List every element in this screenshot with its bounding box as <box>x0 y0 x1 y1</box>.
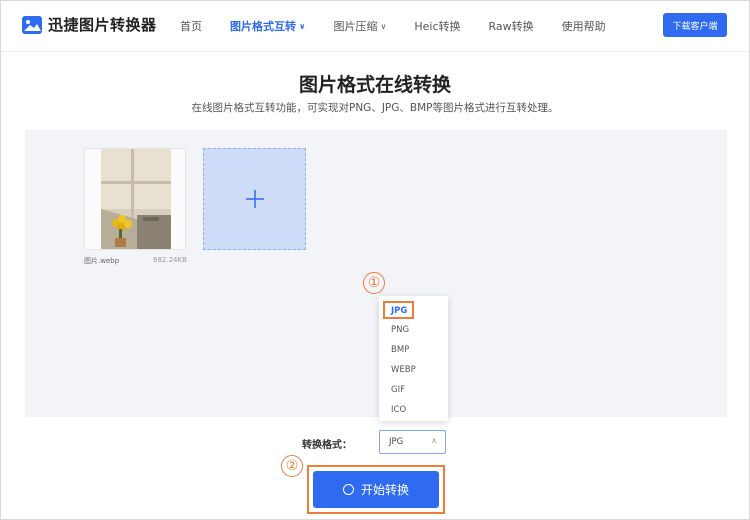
app-name: 迅捷图片转换器 <box>48 16 157 34</box>
step-1-marker: ① <box>363 272 385 294</box>
plus-icon <box>245 190 264 208</box>
top-header: 迅捷图片转换器 首页 图片格式互转 ∨ 图片压缩 ∨ Heic转换 Raw转换 … <box>0 0 750 52</box>
chevron-down-icon: ∨ <box>380 21 387 31</box>
add-image-button[interactable] <box>203 148 306 250</box>
file-name: 图片.webp <box>84 257 120 265</box>
page-title: 图片格式在线转换 <box>298 74 451 96</box>
start-button-label: 开始转换 <box>360 483 409 497</box>
format-option-webp[interactable]: WEBP <box>391 365 416 375</box>
format-select[interactable]: JPG ∧ <box>379 430 446 454</box>
format-select-value: JPG <box>389 437 404 447</box>
format-option-png[interactable]: PNG <box>391 325 409 335</box>
uploaded-image-thumbnail[interactable] <box>84 148 186 250</box>
main-nav: 首页 图片格式互转 ∨ 图片压缩 ∨ Heic转换 Raw转换 使用帮助 <box>180 18 634 34</box>
nav-heic[interactable]: Heic转换 <box>414 18 460 34</box>
step-2-marker: ② <box>281 455 303 477</box>
nav-home[interactable]: 首页 <box>180 18 202 34</box>
image-logo-icon <box>22 15 42 34</box>
page-subtitle: 在线图片格式互转功能，可实现对PNG、JPG、BMP等图片格式进行互转处理。 <box>191 102 559 114</box>
start-convert-button[interactable]: 开始转换 <box>313 471 439 508</box>
chevron-down-icon: ∨ <box>299 21 306 31</box>
image-preview <box>85 149 185 249</box>
chevron-up-icon: ∧ <box>431 436 437 445</box>
format-label: 转换格式： <box>302 440 352 451</box>
format-option-bmp[interactable]: BMP <box>391 345 409 355</box>
nav-help[interactable]: 使用帮助 <box>562 18 606 34</box>
convert-icon <box>342 484 354 495</box>
highlight-jpg-option <box>383 301 414 319</box>
file-size: 682.24KB <box>153 256 187 264</box>
nav-format-convert[interactable]: 图片格式互转 ∨ <box>230 18 306 34</box>
format-option-ico[interactable]: ICO <box>391 405 406 415</box>
nav-compress[interactable]: 图片压缩 ∨ <box>334 18 387 34</box>
format-option-gif[interactable]: GIF <box>391 385 405 395</box>
nav-raw[interactable]: Raw转换 <box>489 18 534 34</box>
app-logo[interactable]: 迅捷图片转换器 <box>22 14 157 35</box>
download-client-button[interactable]: 下载客户端 <box>663 13 727 37</box>
